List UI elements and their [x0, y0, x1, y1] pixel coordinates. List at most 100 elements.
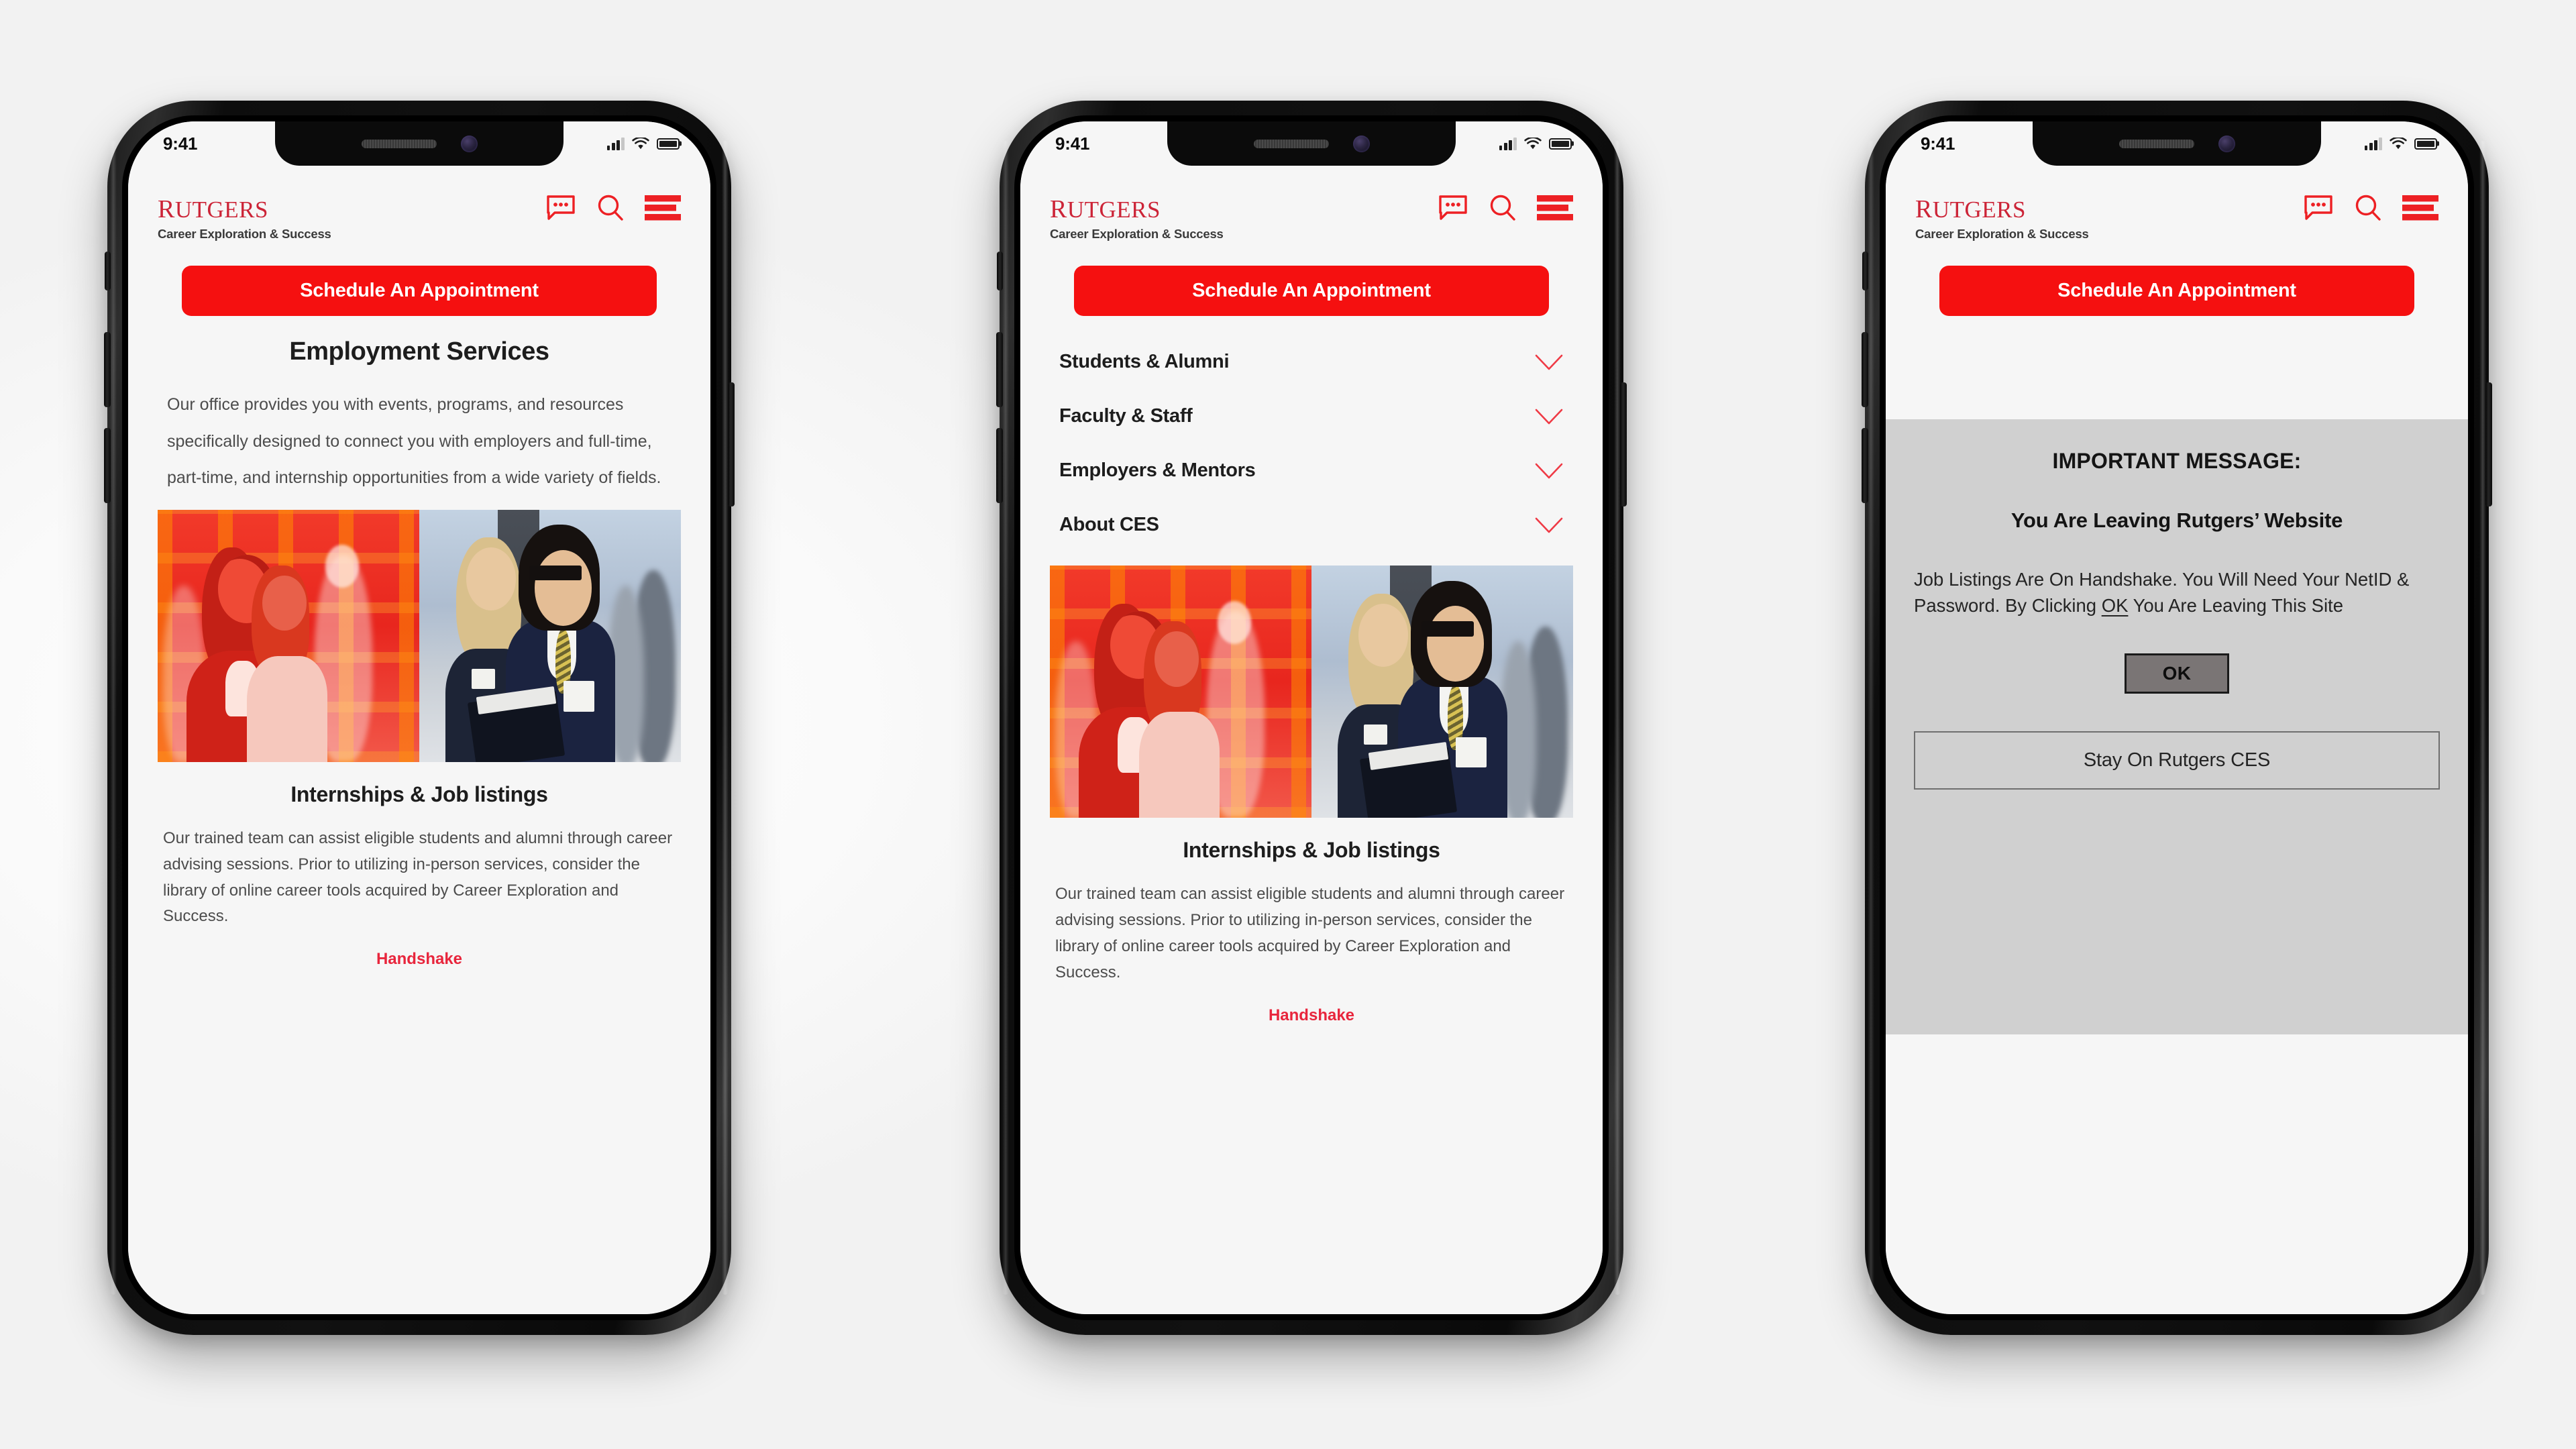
chevron-down-icon — [1535, 517, 1563, 533]
hamburger-menu-icon[interactable] — [1537, 194, 1573, 222]
brand-tagline: Career Exploration & Success — [1050, 227, 1224, 241]
photo-right-natural — [419, 509, 681, 762]
rutgers-wordmark: Rutgers — [1050, 185, 1161, 225]
phone-mockup-2: 9:41 Rutgers — [996, 101, 1627, 1335]
card-title: Internships & Job listings — [290, 782, 548, 806]
frame-gloss-right — [722, 141, 729, 1295]
header-icon-group — [545, 189, 681, 222]
volume-down-button[interactable] — [996, 428, 1003, 503]
power-button[interactable] — [2485, 382, 2492, 506]
hamburger-menu-icon[interactable] — [2402, 194, 2438, 222]
career-fair-photo — [1050, 566, 1573, 818]
front-camera — [2218, 135, 2235, 152]
phone-screen-1: 9:41 Rutgers — [128, 121, 710, 1314]
notch — [1167, 121, 1456, 166]
photo-right-natural — [1311, 566, 1573, 818]
volume-up-button[interactable] — [1862, 332, 1868, 407]
frame-gloss-left — [1868, 141, 1874, 1295]
earpiece-speaker — [1253, 139, 1329, 148]
earpiece-speaker — [361, 139, 437, 148]
frame-gloss-left — [110, 141, 117, 1295]
phone-bezel-1: 9:41 Rutgers — [122, 115, 716, 1320]
nav-item-label: Employers & Mentors — [1059, 460, 1256, 482]
card-title: Internships & Job listings — [1183, 838, 1440, 863]
photo-container — [1020, 552, 1603, 818]
frame-gloss-right — [2479, 141, 2486, 1295]
site-header: Rutgers Career Exploration & Success — [1886, 166, 2468, 241]
search-icon[interactable] — [596, 194, 625, 222]
handshake-link[interactable]: Handshake — [128, 930, 710, 969]
schedule-appointment-button[interactable]: Schedule An Appointment — [182, 266, 657, 317]
search-icon[interactable] — [2354, 194, 2382, 222]
modal-heading: You Are Leaving Rutgers’ Website — [2010, 508, 2343, 532]
header-icon-group — [1438, 189, 1573, 222]
brand-tagline: Career Exploration & Success — [158, 227, 331, 241]
chevron-down-icon — [1535, 409, 1563, 425]
frame-gloss-right — [1614, 141, 1621, 1295]
nav-item-label: Students & Alumni — [1059, 351, 1230, 373]
screenshot-canvas: 9:41 Rutgers — [0, 0, 2576, 1449]
volume-up-button[interactable] — [996, 332, 1003, 407]
front-camera — [1352, 135, 1370, 152]
photo-left-duotone — [158, 509, 419, 762]
phone-screen-3: 9:41 Rutgers — [1886, 121, 2468, 1314]
photo-left-duotone — [1050, 566, 1311, 818]
modal-kicker: IMPORTANT MESSAGE: — [2052, 449, 2302, 473]
page-title: Employment Services — [289, 337, 549, 366]
phone-bezel-3: 9:41 Rutgers — [1880, 115, 2474, 1320]
cta-container: Schedule An Appointment — [1886, 241, 2468, 317]
handshake-link[interactable]: Handshake — [1020, 986, 1603, 1025]
phone-mockup-1: 9:41 Rutgers — [104, 101, 735, 1335]
modal-ok-button[interactable]: OK — [2124, 653, 2230, 694]
intro-paragraph: Our office provides you with events, pro… — [167, 395, 661, 488]
brand-lockup: Rutgers Career Exploration & Success — [1050, 189, 1224, 241]
header-icon-group — [2303, 189, 2438, 222]
power-button[interactable] — [1620, 382, 1627, 506]
volume-down-button[interactable] — [1862, 428, 1868, 503]
nav-accordion: Students & Alumni Faculty & Staff Employ… — [1020, 316, 1603, 552]
power-button[interactable] — [728, 382, 735, 506]
phone-mockup-3: 9:41 Rutgers — [1862, 101, 2492, 1335]
leaving-site-modal: IMPORTANT MESSAGE: You Are Leaving Rutge… — [1886, 419, 2468, 1034]
silent-switch[interactable] — [997, 252, 1003, 290]
phone-bezel-2: 9:41 Rutgers — [1014, 115, 1609, 1320]
modal-stay-button[interactable]: Stay On Rutgers CES — [1914, 731, 2440, 790]
chat-icon[interactable] — [545, 195, 576, 221]
nav-item-students-alumni[interactable]: Students & Alumni — [1053, 335, 1570, 389]
modal-body-part2: You Are Leaving This Site — [2128, 595, 2343, 616]
earpiece-speaker — [2118, 139, 2194, 148]
photo-container — [128, 496, 710, 762]
silent-switch[interactable] — [105, 252, 111, 290]
nav-item-employers-mentors[interactable]: Employers & Mentors — [1053, 443, 1570, 498]
brand-lockup: Rutgers Career Exploration & Success — [1915, 189, 2089, 241]
brand-lockup: Rutgers Career Exploration & Success — [158, 189, 331, 241]
hamburger-menu-icon[interactable] — [645, 194, 681, 222]
schedule-appointment-button[interactable]: Schedule An Appointment — [1939, 266, 2414, 317]
nav-item-about-ces[interactable]: About CES — [1053, 498, 1570, 552]
site-header: Rutgers Career Exploration & Success — [1020, 166, 1603, 241]
chevron-down-icon — [1535, 463, 1563, 479]
rutgers-wordmark: Rutgers — [158, 185, 268, 225]
nav-item-faculty-staff[interactable]: Faculty & Staff — [1053, 389, 1570, 443]
modal-body-ok-emphasis: OK — [2101, 595, 2129, 616]
site-header: Rutgers Career Exploration & Success — [128, 166, 710, 241]
volume-up-button[interactable] — [104, 332, 111, 407]
front-camera — [460, 135, 478, 152]
page-content-2: Rutgers Career Exploration & Success — [1020, 121, 1603, 1314]
frame-gloss-left — [1002, 141, 1009, 1295]
brand-tagline: Career Exploration & Success — [1915, 227, 2089, 241]
card-paragraph: Our trained team can assist eligible stu… — [1055, 885, 1565, 981]
volume-down-button[interactable] — [104, 428, 111, 503]
chat-icon[interactable] — [1438, 195, 1468, 221]
page-content-1: Rutgers Career Exploration & Success — [128, 121, 710, 1314]
career-fair-photo — [158, 509, 681, 762]
modal-body-text: Job Listings Are On Handshake. You Will … — [1914, 566, 2440, 619]
notch — [2033, 121, 2321, 166]
notch — [275, 121, 564, 166]
silent-switch[interactable] — [1862, 252, 1868, 290]
schedule-appointment-button[interactable]: Schedule An Appointment — [1074, 266, 1549, 317]
cta-container: Schedule An Appointment — [128, 241, 710, 317]
chat-icon[interactable] — [2303, 195, 2334, 221]
nav-item-label: Faculty & Staff — [1059, 405, 1193, 427]
search-icon[interactable] — [1489, 194, 1517, 222]
